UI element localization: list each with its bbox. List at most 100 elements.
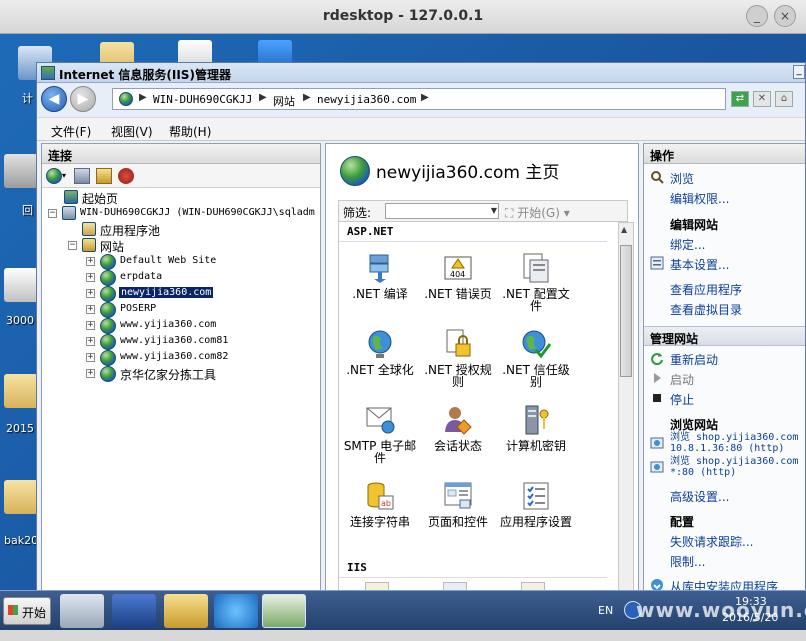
address-bar[interactable]: ▶ WIN-DUH690CGKJJ ▶ 网站 ▶ newyijia360.com… [112,88,726,110]
tree-item-sites[interactable]: − 网站 [42,238,320,254]
input-language[interactable]: EN [598,604,613,617]
group-header-aspnet[interactable]: ASP.NET [339,222,607,242]
authorization-icon [446,329,471,357]
scrollbar-thumb[interactable] [620,245,632,377]
breadcrumb-separator-icon: ▶ [139,92,147,103]
desktop-label-recycle: 回 [22,204,33,217]
folder-icon[interactable] [4,480,38,514]
disconnect-icon[interactable] [118,168,134,184]
filter-input[interactable] [385,203,499,219]
feature-net-globalization[interactable]: .NET 全球化 [341,328,419,402]
action-restart[interactable]: 重新启动 [670,351,718,368]
action-start[interactable]: 启动 [670,371,694,388]
expand-icon[interactable]: + [86,353,95,362]
minimize-button[interactable]: _ [746,5,768,27]
feature-pages-and-controls[interactable]: 页面和控件 [419,480,497,554]
tree-item-server[interactable]: − WIN-DUH690CGKJJ (WIN-DUH690CGKJJ\sqlad… [42,206,320,222]
action-browse-binding-2[interactable]: 浏览 shop.yijia360.com *:80 (http) [670,456,798,478]
refresh-icon[interactable]: ⇄ [731,91,749,107]
feature-smtp-email[interactable]: SMTP 电子邮件 [341,404,419,478]
up-folder-icon[interactable] [96,168,112,184]
action-advanced-settings[interactable]: 高级设置... [670,488,729,505]
scroll-up-arrow-icon[interactable]: ▲ [621,225,627,234]
start-button[interactable]: 开始 [3,597,51,625]
server-manager-icon[interactable] [60,594,104,628]
feature-session-state[interactable]: 会话状态 [419,404,497,478]
collapse-icon[interactable]: − [68,241,77,250]
menu-view[interactable]: 视图(V) [111,123,153,140]
file-icon[interactable] [4,268,38,302]
feature-machine-key[interactable]: 计算机密钥 [497,404,575,478]
action-browse[interactable]: 浏览 [670,170,694,187]
tree-item-start-page[interactable]: 起始页 [42,190,320,206]
iis-minimize-button[interactable]: _ [793,65,805,79]
breadcrumb-separator-icon: ▶ [421,92,429,103]
breadcrumb-server[interactable]: WIN-DUH690CGKJJ [153,93,252,106]
recycle-bin-icon[interactable] [4,154,38,188]
tree-item-site[interactable]: + www.yijia360.com [42,318,320,334]
tree-item-site[interactable]: + erpdata [42,270,320,286]
folder-icon[interactable] [4,374,38,408]
browse-icon [651,171,664,184]
feature-app-settings[interactable]: 应用程序设置 [497,480,575,554]
feature-connection-strings[interactable]: ab 连接字符串 [341,480,419,554]
feature-label: .NET 错误页 [424,287,492,301]
tree-item-site[interactable]: + Default Web Site [42,254,320,270]
filter-start-button[interactable]: ⛶ 开始(G) ▾ [505,204,570,221]
tree-item-site[interactable]: + www.yijia360.com81 [42,334,320,350]
trust-level-icon [522,330,552,359]
filter-bar: 筛选: ▼ ⛶ 开始(G) ▾ [338,200,628,222]
action-limits[interactable]: 限制... [670,553,705,570]
page-title: newyijia360.com 主页 [376,163,560,183]
collapse-icon[interactable]: − [48,209,57,218]
action-bindings[interactable]: 绑定... [670,236,705,253]
save-icon[interactable] [74,168,90,184]
filter-start-label: 开始(G) [517,206,560,220]
action-stop[interactable]: 停止 [670,391,694,408]
expand-icon[interactable]: + [86,257,95,266]
section-manage-site[interactable]: 管理网站 [644,326,805,346]
breadcrumb-sites[interactable]: 网站 [273,93,295,109]
expand-icon[interactable]: + [86,289,95,298]
tree-item-app-pools[interactable]: 应用程序池 [42,222,320,238]
breadcrumb-site[interactable]: newyijia360.com [317,93,416,106]
connect-globe-icon[interactable] [46,168,62,184]
vertical-scrollbar[interactable]: ▲ [618,222,634,591]
tree-item-site[interactable]: + POSERP [42,302,320,318]
feature-net-profile[interactable]: .NET 配置文件 [497,252,575,326]
home-icon[interactable]: ⌂ [775,91,793,107]
stop-icon[interactable]: ✕ [753,91,771,107]
action-basic-settings[interactable]: 基本设置... [670,256,729,273]
filter-dropdown-icon[interactable]: ▼ [489,203,499,219]
forward-arrow-icon[interactable]: ▶ [70,86,96,112]
group-header-iis[interactable]: IIS [339,558,607,578]
expand-icon[interactable]: + [86,305,95,314]
close-button[interactable]: × [774,5,796,27]
tree-item-site[interactable]: + 京华亿家分拣工具 [42,366,320,382]
action-view-applications[interactable]: 查看应用程序 [670,281,742,298]
tree-item-label: 网站 [100,240,125,254]
action-failed-request-tracing[interactable]: 失败请求跟踪... [670,533,753,550]
machine-key-icon [525,405,549,435]
iis-manager-taskbar-icon[interactable] [262,594,306,628]
action-view-virtual-directories[interactable]: 查看虚拟目录 [670,301,742,318]
expand-icon[interactable]: + [86,321,95,330]
feature-net-error-pages[interactable]: 404 .NET 错误页 [419,252,497,326]
feature-net-authorization[interactable]: .NET 授权规则 [419,328,497,402]
action-edit-permissions[interactable]: 编辑权限... [670,190,729,207]
expand-icon[interactable]: + [86,337,95,346]
menu-file[interactable]: 文件(F) [51,123,91,140]
tree-item-site-selected[interactable]: + newyijia360.com [42,286,320,302]
powershell-icon[interactable] [112,594,156,628]
menu-help[interactable]: 帮助(H) [169,123,211,140]
restart-icon [651,353,663,365]
internet-explorer-icon[interactable] [214,594,258,628]
back-arrow-icon[interactable]: ◀ [41,86,67,112]
expand-icon[interactable]: + [86,369,95,378]
explorer-icon[interactable] [164,594,208,628]
expand-icon[interactable]: + [86,273,95,282]
feature-net-compile[interactable]: .NET 编译 [341,252,419,326]
tree-item-site[interactable]: + www.yijia360.com82 [42,350,320,366]
feature-net-trust-levels[interactable]: .NET 信任级别 [497,328,575,402]
action-browse-binding-1[interactable]: 浏览 shop.yijia360.com 10.8.1.36:80 (http) [670,432,798,454]
